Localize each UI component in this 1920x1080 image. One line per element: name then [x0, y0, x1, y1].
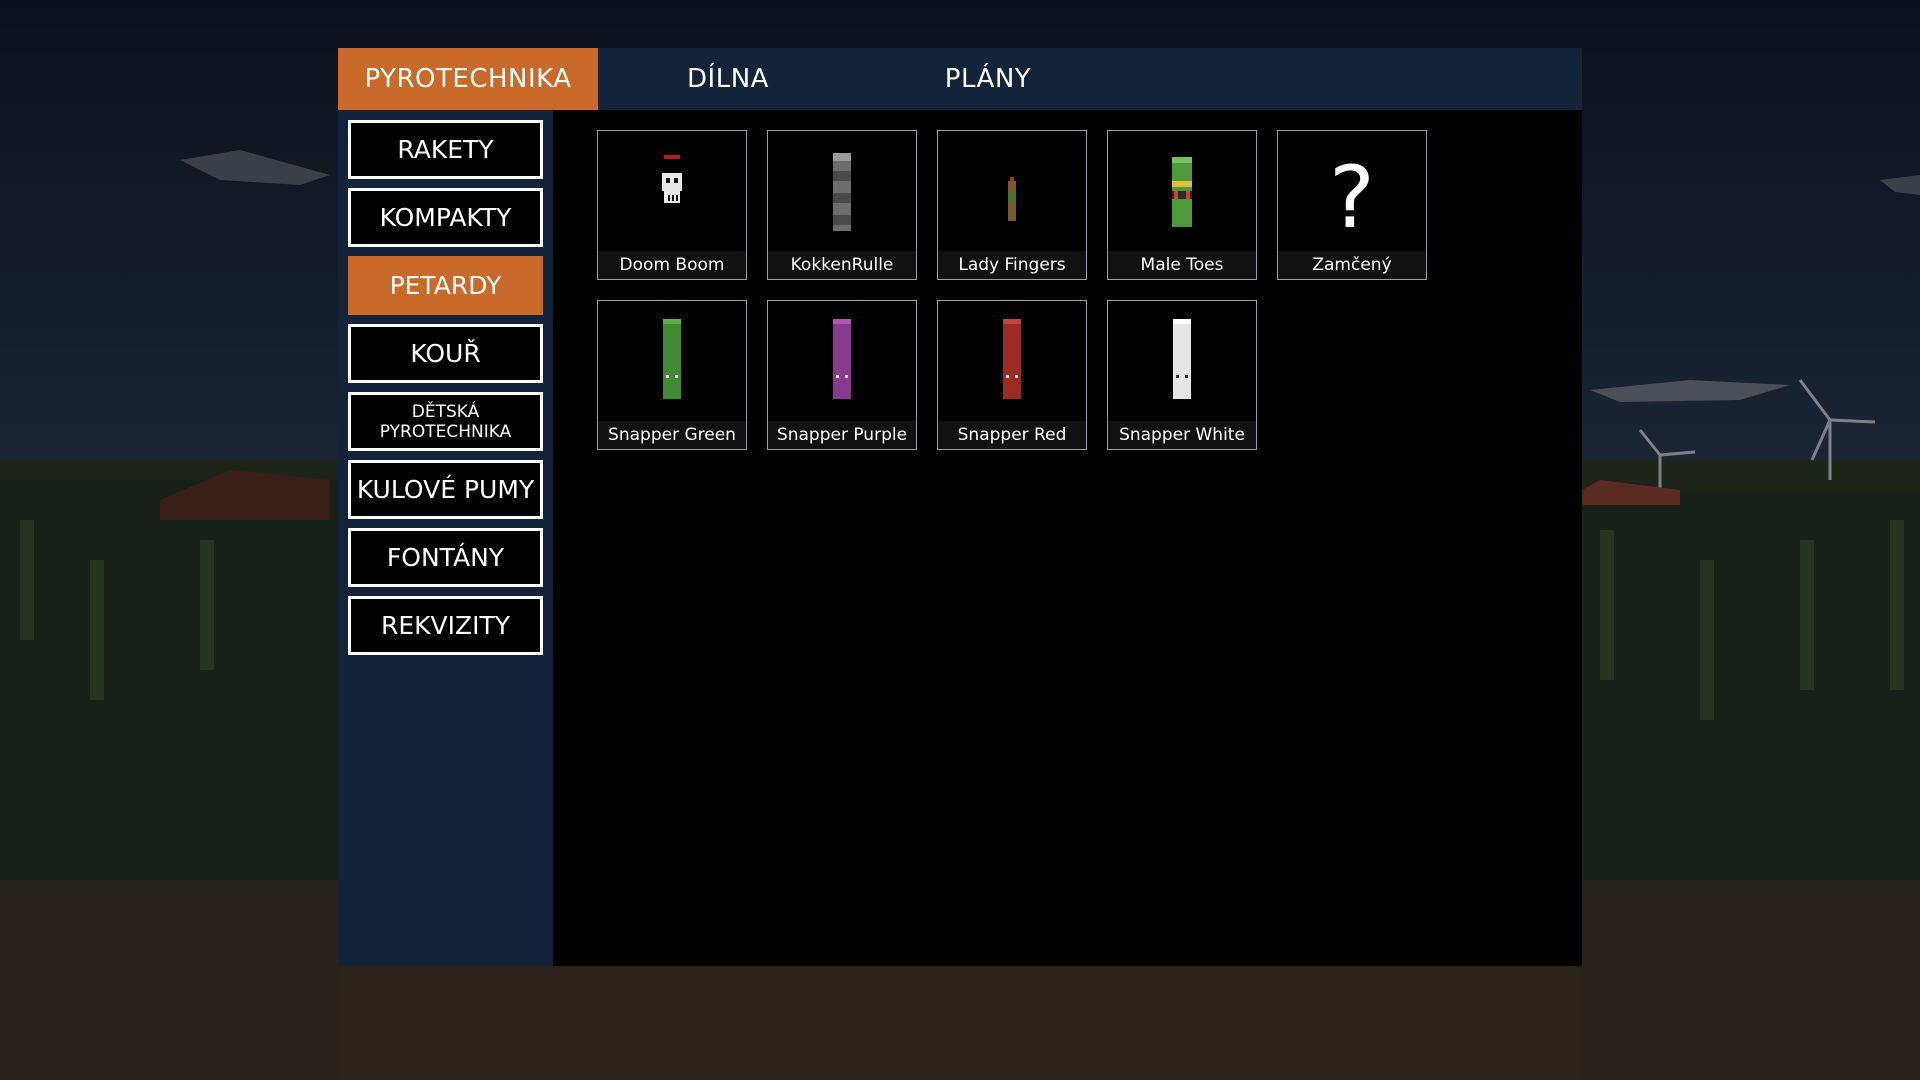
skull-firecracker-icon	[662, 155, 682, 203]
item-name: Doom Boom	[598, 251, 746, 279]
category-detska-pyrotechnika-button[interactable]: DĚTSKÁ PYROTECHNIKA	[348, 392, 543, 451]
question-mark-icon: ?	[1329, 148, 1375, 248]
category-fontany-button[interactable]: FONTÁNY	[348, 528, 543, 587]
green-banded-firecracker-icon	[1172, 157, 1192, 227]
item-name: Zamčený	[1278, 251, 1426, 279]
item-name: Male Toes	[1108, 251, 1256, 279]
tab-dilna[interactable]: DÍLNA	[598, 48, 858, 110]
category-rakety-button[interactable]: RAKETY	[348, 120, 543, 179]
item-card-doom-boom[interactable]: Doom Boom	[597, 130, 747, 280]
category-petardy-button[interactable]: PETARDY	[348, 256, 543, 315]
gray-striped-firecracker-icon	[833, 153, 851, 231]
white-snapper-icon	[1173, 319, 1191, 399]
item-card-snapper-red[interactable]: Snapper Red	[937, 300, 1087, 450]
item-name: KokkenRulle	[768, 251, 916, 279]
green-snapper-icon	[663, 319, 681, 399]
item-name: Snapper Purple	[768, 421, 916, 449]
item-name: Snapper Green	[598, 421, 746, 449]
item-card-kokkenrulle[interactable]: KokkenRulle	[767, 130, 917, 280]
item-name: Snapper White	[1108, 421, 1256, 449]
fireworks-shop-menu: PYROTECHNIKA DÍLNA PLÁNY RAKETY KOMPAKTY…	[338, 48, 1582, 966]
item-name: Snapper Red	[938, 421, 1086, 449]
item-card-snapper-green[interactable]: Snapper Green	[597, 300, 747, 450]
purple-snapper-icon	[833, 319, 851, 399]
category-label: DĚTSKÁ PYROTECHNIKA	[380, 402, 511, 442]
item-card-snapper-purple[interactable]: Snapper Purple	[767, 300, 917, 450]
category-kour-button[interactable]: KOUŘ	[348, 324, 543, 383]
item-name: Lady Fingers	[938, 251, 1086, 279]
tab-plany[interactable]: PLÁNY	[858, 48, 1118, 110]
svg-text:?: ?	[1329, 148, 1375, 248]
category-label-line-1: DĚTSKÁ	[411, 401, 480, 422]
top-tab-bar: PYROTECHNIKA DÍLNA PLÁNY	[338, 48, 1582, 110]
tab-pyrotechnika[interactable]: PYROTECHNIKA	[338, 48, 598, 110]
item-card-lady-fingers[interactable]: Lady Fingers	[937, 130, 1087, 280]
category-rekvizity-button[interactable]: REKVIZITY	[348, 596, 543, 655]
item-card-snapper-white[interactable]: Snapper White	[1107, 300, 1257, 450]
item-grid: Doom Boom KokkenRulle Lady Fingers Male …	[553, 110, 1582, 966]
item-card-male-toes[interactable]: Male Toes	[1107, 130, 1257, 280]
category-sidebar: RAKETY KOMPAKTY PETARDY KOUŘ DĚTSKÁ PYRO…	[338, 110, 553, 966]
category-kulove-pumy-button[interactable]: KULOVÉ PUMY	[348, 460, 543, 519]
category-kompakty-button[interactable]: KOMPAKTY	[348, 188, 543, 247]
item-card-locked[interactable]: ? Zamčený	[1277, 130, 1427, 280]
small-firecracker-icon	[1008, 177, 1016, 221]
red-snapper-icon	[1003, 319, 1021, 399]
category-label-line-2: PYROTECHNIKA	[379, 421, 512, 442]
